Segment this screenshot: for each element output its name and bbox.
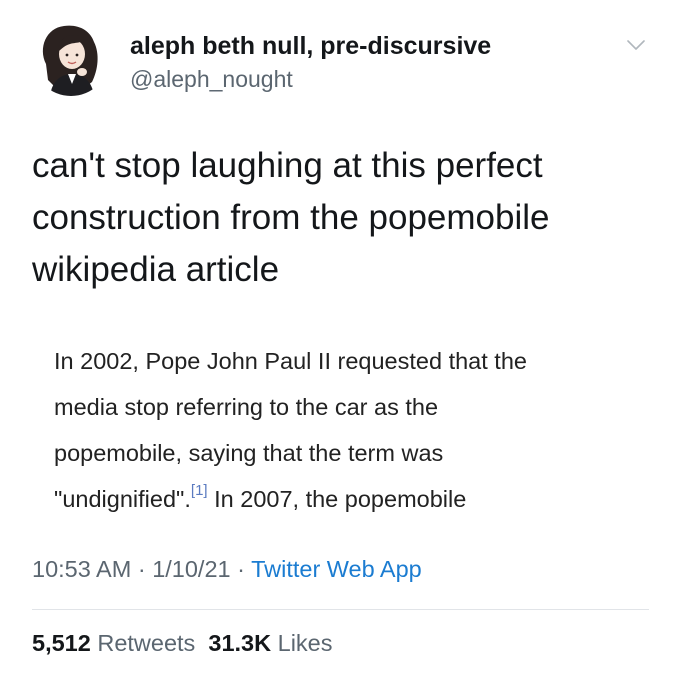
retweets-count: 5,512 <box>32 630 91 656</box>
retweets-label: Retweets <box>97 630 196 656</box>
quoted-screenshot-text: In 2002, Pope John Paul II requested tha… <box>54 338 644 522</box>
likes-label: Likes <box>277 630 333 656</box>
citation-reference: [1] <box>190 482 208 500</box>
tweet-date[interactable]: 1/10/21 <box>152 556 230 582</box>
tweet-stats: 5,512 Retweets 31.3K Likes <box>32 630 333 657</box>
quote-text: "undignified". <box>54 486 191 512</box>
divider <box>32 609 649 610</box>
quote-line: In 2002, Pope John Paul II requested tha… <box>54 348 527 374</box>
avatar-illustration-icon <box>32 18 110 96</box>
meta-separator: · <box>137 556 146 582</box>
meta-separator: · <box>237 556 245 582</box>
quote-line: popemobile, saying that the term was <box>54 440 444 466</box>
tweet-source-link[interactable]: Twitter Web App <box>251 556 422 582</box>
tweet-metadata: 10:53 AM · 1/10/21 · Twitter Web App <box>32 556 422 583</box>
retweets-stat[interactable]: 5,512 Retweets <box>32 630 195 656</box>
tweet-menu-button[interactable] <box>626 38 646 52</box>
likes-stat[interactable]: 31.3K Likes <box>208 630 332 656</box>
chevron-down-icon <box>627 40 645 50</box>
tweet-text-line: construction from the popemobile <box>32 198 550 237</box>
quote-text: In 2007, the popemobile <box>207 486 467 512</box>
user-avatar[interactable] <box>32 18 110 96</box>
tweet-text-line: wikipedia article <box>32 250 280 289</box>
tweet-time[interactable]: 10:53 AM <box>32 556 131 582</box>
likes-count: 31.3K <box>208 630 272 656</box>
tweet-card: aleph beth null, pre-discursive @aleph_n… <box>0 0 677 680</box>
tweet-text: can't stop laughing at this perfect cons… <box>32 140 652 296</box>
quote-line: "undignified".[1] In 2007, the popemobil… <box>54 476 644 522</box>
display-name[interactable]: aleph beth null, pre-discursive <box>130 32 491 61</box>
tweet-text-line: can't stop laughing at this perfect <box>32 146 543 185</box>
quote-line: media stop referring to the car as the <box>54 394 439 420</box>
user-handle[interactable]: @aleph_nought <box>130 66 293 93</box>
